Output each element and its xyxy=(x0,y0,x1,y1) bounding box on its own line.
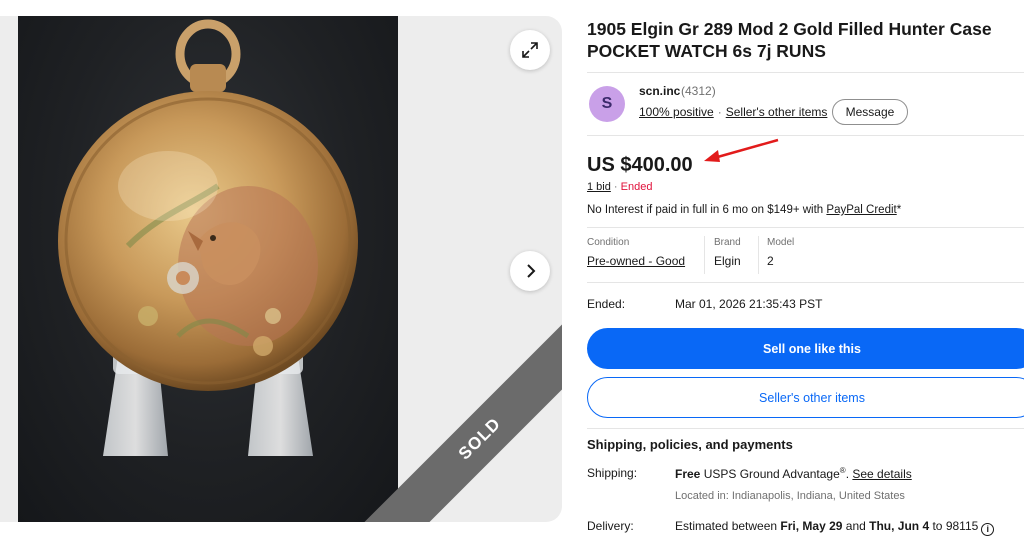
condition-value[interactable]: Pre-owned - Good xyxy=(587,254,685,268)
item-photo[interactable] xyxy=(18,16,398,522)
delivery-and: and xyxy=(842,519,870,533)
price: US $400.00 xyxy=(587,154,693,176)
listing-title: 1905 Elgin Gr 289 Mod 2 Gold Filled Hunt… xyxy=(587,19,992,61)
model-value: 2 xyxy=(767,254,774,268)
seller-feedback-count: (4312) xyxy=(681,84,716,98)
item-location: Located in: Indianapolis, Indiana, Unite… xyxy=(675,490,905,502)
sell-one-like-this-button[interactable]: Sell one like this xyxy=(587,328,1024,369)
delivery-zip: to 98115 xyxy=(929,519,979,533)
paypal-credit-link[interactable]: PayPal Credit xyxy=(826,204,896,216)
bid-separator: · xyxy=(613,181,618,193)
divider xyxy=(758,236,759,274)
delivery-start: Fri, May 29 xyxy=(780,519,843,533)
brand-specific: Brand Elgin xyxy=(714,237,741,268)
separator-dot: · xyxy=(717,105,722,119)
bid-count-link[interactable]: 1 bid xyxy=(587,181,611,193)
shipping-service: USPS Ground Advantage xyxy=(700,467,840,481)
seller-links: 100% positive·Seller's other items· xyxy=(639,105,839,119)
expand-button[interactable] xyxy=(510,30,550,70)
financing-offer: No Interest if paid in full in 6 mo on $… xyxy=(587,204,901,216)
model-specific: Model 2 xyxy=(767,237,794,268)
image-gallery: SOLD xyxy=(0,16,562,522)
seller-name[interactable]: scn.inc xyxy=(639,84,680,98)
delivery-value: Estimated between Fri, May 29 and Thu, J… xyxy=(675,519,995,536)
seller-avatar[interactable]: S xyxy=(589,86,625,122)
shipping-label: Shipping: xyxy=(587,466,638,480)
brand-label: Brand xyxy=(714,237,741,248)
positive-feedback-link[interactable]: 100% positive xyxy=(639,105,714,119)
seller-card: S scn.inc (4312) 100% positive · Seller's … xyxy=(587,72,1024,136)
seller-other-items-link[interactable]: Seller's other items xyxy=(726,105,828,119)
free-shipping: Free xyxy=(675,467,701,481)
financing-suffix: * xyxy=(896,204,902,216)
item-specifics: Condition Pre-owned - Good Brand Elgin M… xyxy=(587,227,1024,283)
delivery-end: Thu, Jun 4 xyxy=(869,519,930,533)
info-icon[interactable]: i xyxy=(981,523,995,536)
chevron-right-icon xyxy=(527,264,536,278)
shipping-value: Free USPS Ground Advantage®. See details xyxy=(675,466,912,481)
listing-status: Ended xyxy=(620,181,653,193)
condition-label: Condition xyxy=(587,237,630,248)
next-image-button[interactable] xyxy=(510,251,550,291)
financing-text: No Interest if paid in full in 6 mo on $… xyxy=(587,204,827,216)
divider xyxy=(704,236,705,274)
delivery-prefix: Estimated between xyxy=(675,519,781,533)
brand-value: Elgin xyxy=(714,254,741,268)
sellers-other-items-button[interactable]: Seller's other items xyxy=(587,377,1024,418)
ended-label: Ended: xyxy=(587,297,626,311)
delivery-label: Delivery: xyxy=(587,519,634,533)
message-button[interactable]: Message xyxy=(832,99,908,125)
pocket-watch-image xyxy=(58,19,358,456)
model-label: Model xyxy=(767,237,795,248)
see-details-link[interactable]: See details xyxy=(852,467,911,481)
condition-specific: Condition Pre-owned - Good xyxy=(587,237,685,268)
red-arrow-annotation xyxy=(704,138,779,162)
ended-value: Mar 01, 2026 21:35:43 PST xyxy=(675,297,823,311)
bid-status: 1 bid · Ended xyxy=(587,181,652,193)
shipping-heading: Shipping, policies, and payments xyxy=(587,428,1024,452)
expand-icon xyxy=(522,42,538,58)
